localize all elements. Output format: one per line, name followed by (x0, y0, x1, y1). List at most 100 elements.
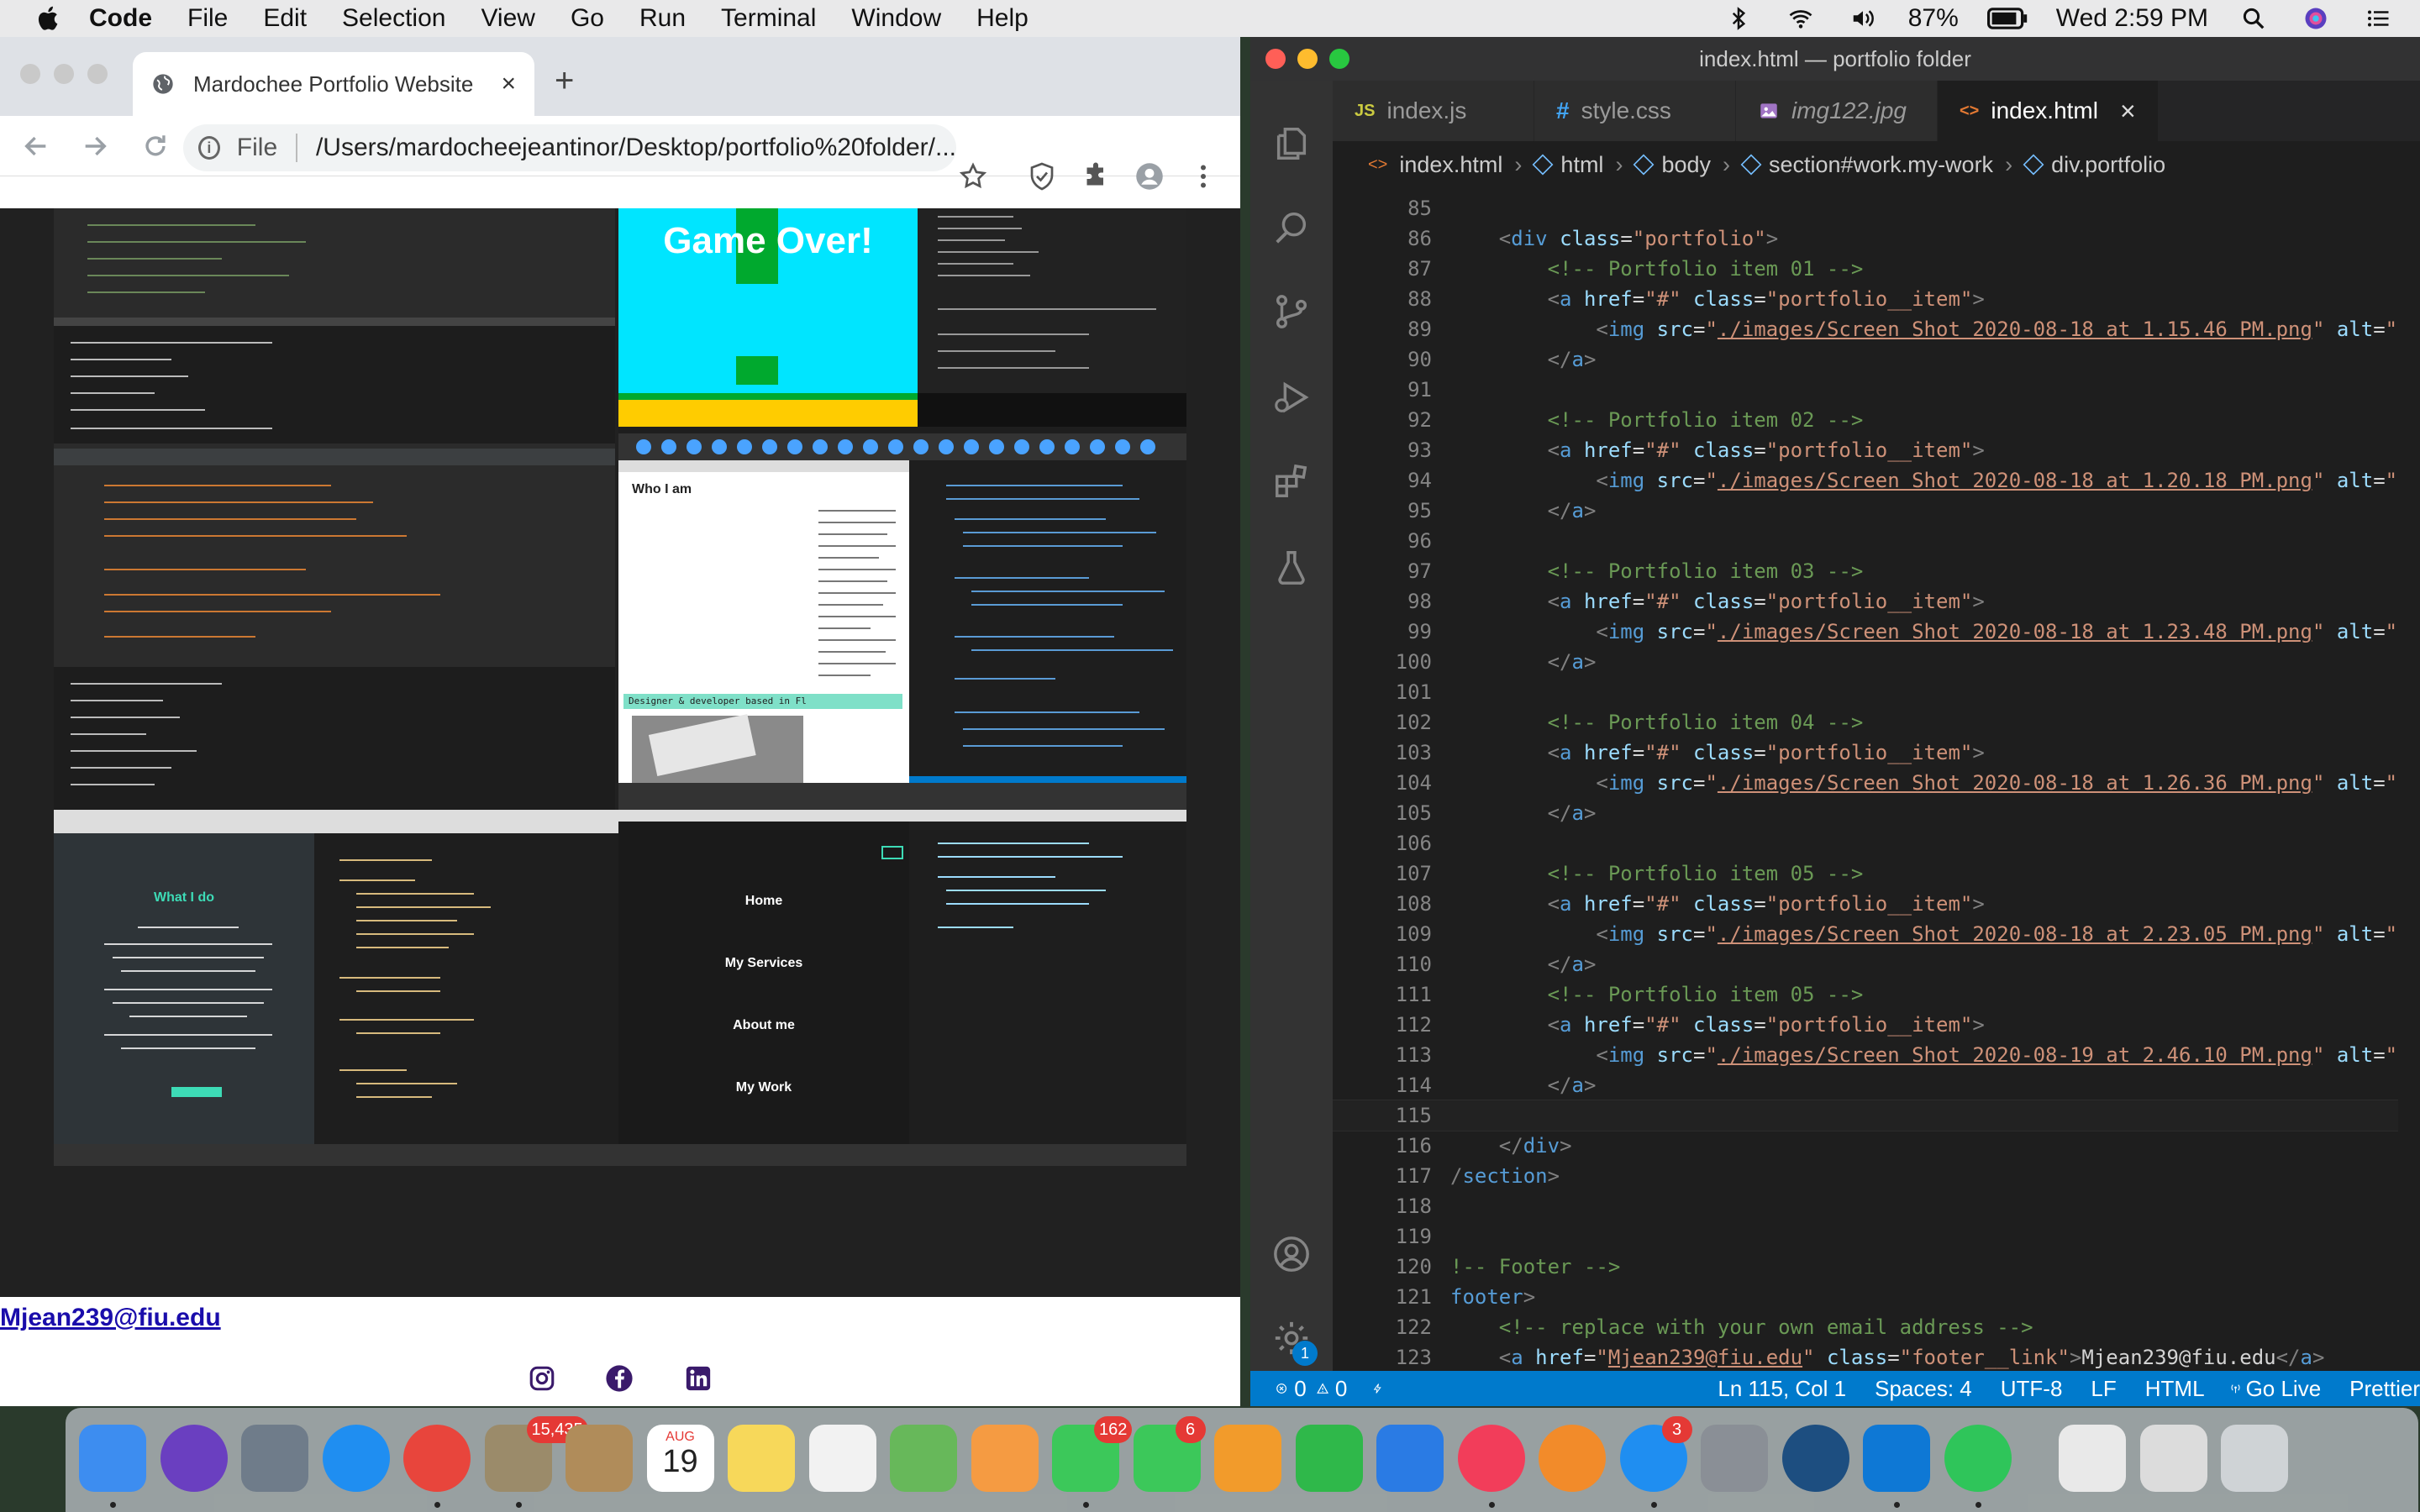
code-text[interactable]: <!-- Portfolio item 05 --> (1450, 979, 1864, 1010)
code-line[interactable]: 118 (1333, 1191, 2400, 1221)
extensions-puzzle-icon[interactable] (1081, 161, 1111, 192)
code-text[interactable]: <a href="#" class="portfolio__item"> (1450, 284, 1985, 314)
end-of-line[interactable]: LF (2091, 1376, 2116, 1402)
site-info-icon[interactable]: i (198, 136, 220, 160)
code-text[interactable]: </a> (1450, 949, 1597, 979)
documents-stack-icon[interactable] (2059, 1425, 2126, 1492)
code-line[interactable]: 101 (1333, 677, 2400, 707)
broadcast-icon[interactable] (2230, 1379, 2241, 1398)
notes-icon[interactable] (728, 1425, 795, 1492)
code-line[interactable]: 117/section> (1333, 1161, 2400, 1191)
code-line[interactable]: 100 </a> (1333, 647, 2400, 677)
portfolio-item-navigation[interactable]: Home My Services About me My Work (618, 810, 1186, 1166)
quicktime-icon[interactable] (1781, 1425, 1849, 1492)
code-line[interactable]: 90 </a> (1333, 344, 2400, 375)
code-line[interactable]: 108 <a href="#" class="portfolio__item"> (1333, 889, 2400, 919)
breadcrumb-item[interactable]: section#work.my-work (1769, 152, 1993, 178)
safari-icon[interactable] (322, 1425, 390, 1492)
menu-window[interactable]: Window (851, 4, 941, 33)
code-text[interactable]: </a> (1450, 344, 1597, 375)
source-control-icon[interactable] (1272, 292, 1311, 331)
menu-terminal[interactable]: Terminal (721, 4, 816, 33)
testing-flask-icon[interactable] (1272, 548, 1311, 586)
warning-count[interactable]: 0 (1335, 1376, 1347, 1402)
code-text[interactable]: <div class="portfolio"> (1450, 223, 1778, 254)
code-line[interactable]: 87 <!-- Portfolio item 01 --> (1333, 254, 2400, 284)
code-line[interactable]: 107 <!-- Portfolio item 05 --> (1333, 858, 2400, 889)
code-line[interactable]: 116 </div> (1333, 1131, 2400, 1161)
breadcrumb-item[interactable]: body (1661, 152, 1711, 178)
portfolio-item-services[interactable]: What I do (54, 810, 618, 1166)
code-line[interactable]: 88 <a href="#" class="portfolio__item"> (1333, 284, 2400, 314)
code-line[interactable]: 89 <img src="./images/Screen Shot 2020-0… (1333, 314, 2400, 344)
language-mode[interactable]: HTML (2145, 1376, 2205, 1402)
code-text[interactable]: <a href="#" class="portfolio__item"> (1450, 586, 1985, 617)
launchpad-icon[interactable] (241, 1425, 308, 1492)
portfolio-item-about[interactable]: Who I am Designer & developer based in F… (618, 460, 1186, 810)
code-line[interactable]: 96 (1333, 526, 2400, 556)
code-line[interactable]: 109 <img src="./images/Screen Shot 2020-… (1333, 919, 2400, 949)
books-icon[interactable] (1539, 1425, 1606, 1492)
code-line[interactable]: 119 (1333, 1221, 2400, 1252)
code-text[interactable]: <img src="./images/Screen Shot 2020-08-1… (1450, 465, 2400, 496)
code-text[interactable]: </a> (1450, 798, 1597, 828)
breadcrumb-item[interactable]: div.portfolio (2051, 152, 2165, 178)
code-line[interactable]: 86 <div class="portfolio"> (1333, 223, 2400, 254)
code-text[interactable]: <img src="./images/Screen Shot 2020-08-1… (1450, 617, 2400, 647)
code-line[interactable]: 111 <!-- Portfolio item 05 --> (1333, 979, 2400, 1010)
volume-icon[interactable] (1846, 6, 1880, 31)
code-text[interactable]: <!-- Portfolio item 05 --> (1450, 858, 1864, 889)
menu-file[interactable]: File (187, 4, 228, 33)
code-text[interactable]: <!-- Portfolio item 03 --> (1450, 556, 1864, 586)
vscode-icon[interactable] (1863, 1425, 1930, 1492)
forward-arrow-icon[interactable] (81, 132, 109, 160)
code-line[interactable]: 91 (1333, 375, 2400, 405)
spotlight-search-icon[interactable] (2237, 6, 2270, 31)
portfolio-item-game[interactable]: Game Over! (618, 208, 1186, 460)
search-icon[interactable] (1272, 208, 1311, 247)
window-minimize-button[interactable] (54, 64, 74, 84)
code-line[interactable]: 85 (1333, 193, 2400, 223)
indentation[interactable]: Spaces: 4 (1875, 1376, 1972, 1402)
code-text[interactable]: <!-- Portfolio item 02 --> (1450, 405, 1864, 435)
code-text[interactable]: </a> (1450, 647, 1597, 677)
prettier-status[interactable]: Prettier (2349, 1376, 2420, 1402)
code-line[interactable]: 99 <img src="./images/Screen Shot 2020-0… (1333, 617, 2400, 647)
address-bar[interactable]: i File /Users/mardocheejeantinor/Desktop… (183, 124, 956, 171)
code-line[interactable]: 106 (1333, 828, 2400, 858)
menu-selection[interactable]: Selection (342, 4, 445, 33)
code-text[interactable]: <a href="Mjean239@fiu.edu" class="footer… (1450, 1342, 2325, 1373)
error-icon[interactable] (1276, 1378, 1287, 1399)
trash-icon[interactable] (2221, 1425, 2288, 1492)
maps-icon[interactable] (890, 1425, 957, 1492)
lightning-icon[interactable] (1372, 1379, 1383, 1398)
system-preferences-icon[interactable] (1701, 1425, 1768, 1492)
code-line[interactable]: 92 <!-- Portfolio item 02 --> (1333, 405, 2400, 435)
tab-style-css[interactable]: # style.css (1534, 81, 1736, 141)
code-text[interactable]: <img src="./images/Screen Shot 2020-08-1… (1450, 919, 2400, 949)
code-line[interactable]: 121 footer> (1333, 1282, 2400, 1312)
warning-icon[interactable] (1316, 1378, 1328, 1399)
tab-close-icon[interactable]: × (501, 70, 516, 98)
menubar-clock[interactable]: Wed 2:59 PM (2056, 4, 2208, 33)
battery-icon[interactable] (1986, 6, 2028, 31)
vscode-close-button[interactable] (1265, 49, 1286, 69)
code-text[interactable]: <img src="./images/Screen Shot 2020-08-1… (1450, 1040, 2400, 1070)
code-text[interactable]: </div> (1450, 1131, 1572, 1161)
tab-index-html[interactable]: <> index.html × (1938, 81, 2159, 141)
apple-icon[interactable] (34, 3, 64, 34)
shield-icon[interactable] (1027, 161, 1057, 192)
code-text[interactable]: <img src="./images/Screen Shot 2020-08-1… (1450, 768, 2400, 798)
code-line[interactable]: 105 </a> (1333, 798, 2400, 828)
menu-run[interactable]: Run (639, 4, 686, 33)
code-line[interactable]: 93 <a href="#" class="portfolio__item"> (1333, 435, 2400, 465)
code-line[interactable]: 98 <a href="#" class="portfolio__item"> (1333, 586, 2400, 617)
menu-view[interactable]: View (481, 4, 534, 33)
extensions-icon[interactable] (1272, 462, 1311, 501)
siri-icon[interactable] (2299, 6, 2333, 31)
finder-icon[interactable] (79, 1425, 146, 1492)
bookmark-star-icon[interactable] (958, 161, 988, 192)
profile-avatar-icon[interactable] (1134, 161, 1165, 192)
code-line[interactable]: 94 <img src="./images/Screen Shot 2020-0… (1333, 465, 2400, 496)
footer-email-link[interactable]: Mjean239@fiu.edu (0, 1304, 221, 1332)
